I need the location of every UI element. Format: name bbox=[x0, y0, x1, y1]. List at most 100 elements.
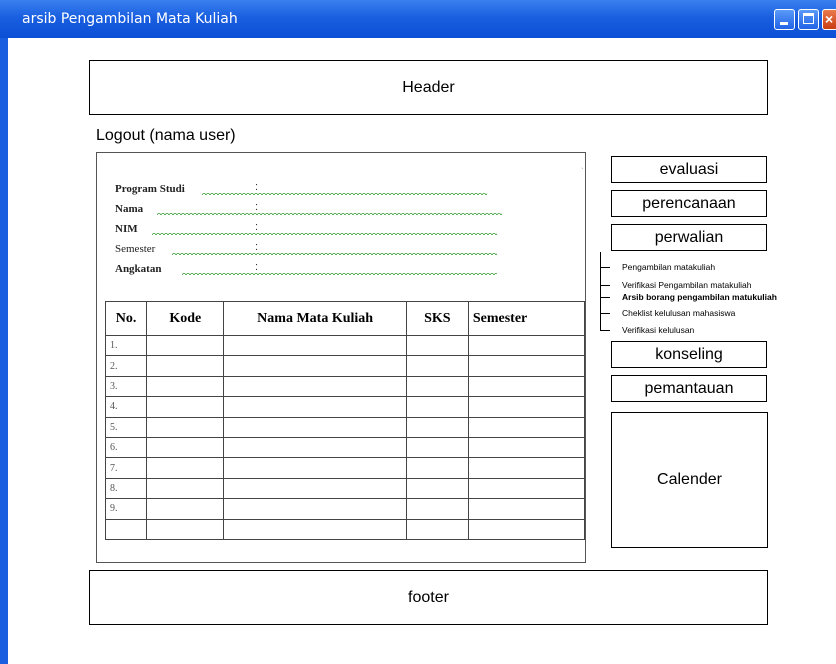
table-cell bbox=[223, 457, 407, 479]
table-cell bbox=[405, 477, 469, 500]
menu-evaluasi[interactable]: evaluasi bbox=[611, 156, 767, 183]
menu-evaluasi-label: evaluasi bbox=[659, 160, 719, 178]
colon-4: : bbox=[255, 241, 259, 253]
label-angkatan: Angkatan bbox=[115, 263, 162, 275]
colon-2: : bbox=[255, 201, 259, 213]
col-semester: Semester bbox=[467, 301, 585, 336]
table-cell bbox=[405, 518, 469, 540]
course-table: No. Kode Nama Mata Kuliah SKS Semester 1… bbox=[104, 301, 585, 540]
header-placeholder: Header bbox=[89, 60, 768, 115]
table-row: 3. bbox=[104, 375, 585, 398]
table-cell bbox=[405, 436, 469, 459]
table-cell bbox=[467, 498, 585, 520]
label-nama: Nama bbox=[115, 203, 144, 215]
underline-program-studi bbox=[202, 191, 487, 195]
table-cell bbox=[146, 436, 225, 459]
footer-placeholder: footer bbox=[89, 570, 768, 625]
row-number-cell: 8. bbox=[104, 477, 148, 500]
label-nim: NIM bbox=[115, 223, 138, 235]
window-border bbox=[0, 38, 8, 664]
table-cell bbox=[223, 498, 407, 520]
window-titlebar: arsib Pengambilan Mata Kuliah × bbox=[0, 0, 836, 38]
col-nama-mata-kuliah: Nama Mata Kuliah bbox=[223, 301, 407, 336]
table-cell bbox=[146, 396, 225, 418]
row-number-cell: 9. bbox=[104, 498, 148, 520]
menu-perwalian-label: perwalian bbox=[654, 228, 724, 246]
underline-nama bbox=[157, 211, 502, 215]
table-cell bbox=[405, 498, 469, 520]
row-number-cell: 1. bbox=[104, 334, 148, 357]
menu-perwalian[interactable]: perwalian bbox=[611, 224, 767, 251]
titlebar-artifact bbox=[631, 38, 637, 40]
row-number-cell: 6. bbox=[104, 436, 148, 459]
calendar-label: Calender bbox=[657, 471, 722, 488]
table-cell bbox=[223, 477, 407, 500]
table-cell bbox=[467, 355, 585, 377]
table-cell bbox=[405, 355, 469, 377]
table-cell bbox=[146, 518, 225, 540]
underline-nim bbox=[152, 231, 497, 235]
table-row: 1. bbox=[104, 334, 585, 357]
table-cell bbox=[467, 416, 585, 438]
colon-3: : bbox=[255, 221, 259, 233]
row-number-cell: 2. bbox=[104, 355, 148, 377]
label-program-studi: Program Studi bbox=[115, 183, 185, 195]
table-cell bbox=[146, 355, 225, 377]
menu-konseling[interactable]: konseling bbox=[611, 341, 767, 368]
label-semester: Semester bbox=[115, 243, 156, 255]
colon-1: : bbox=[255, 181, 259, 193]
menu-konseling-label: konseling bbox=[655, 345, 723, 363]
row-number-cell: 5. bbox=[104, 416, 148, 438]
calendar-widget[interactable]: Calender bbox=[611, 412, 768, 548]
row-number-cell: 4. bbox=[104, 396, 148, 418]
table-cell bbox=[467, 375, 585, 398]
menu-pemantauan[interactable]: pemantauan bbox=[611, 375, 767, 402]
table-cell bbox=[223, 436, 407, 459]
table-cell bbox=[223, 518, 407, 540]
table-cell bbox=[405, 396, 469, 418]
maximize-icon[interactable] bbox=[798, 9, 819, 30]
table-row: 8. bbox=[104, 477, 585, 500]
table-row: 2. bbox=[104, 355, 585, 377]
colon-5: : bbox=[255, 261, 259, 273]
logout-link[interactable]: Logout (nama user) bbox=[96, 127, 236, 145]
menu-pemantauan-label: pemantauan bbox=[644, 379, 734, 397]
table-cell bbox=[146, 375, 225, 398]
table-cell bbox=[146, 416, 225, 438]
menu-perencanaan-label: perencanaan bbox=[642, 194, 736, 212]
table-header-row: No. Kode Nama Mata Kuliah SKS Semester bbox=[104, 301, 585, 336]
close-icon[interactable]: × bbox=[822, 9, 836, 30]
menu-perencanaan[interactable]: perencanaan bbox=[611, 190, 767, 217]
underline-angkatan bbox=[182, 271, 497, 275]
underline-semester bbox=[172, 251, 497, 255]
table-cell bbox=[146, 477, 225, 500]
image-artifact: ` bbox=[581, 167, 584, 176]
submenu-tree-line bbox=[600, 252, 601, 330]
table-cell bbox=[467, 334, 585, 357]
table-cell bbox=[405, 457, 469, 479]
row-number-cell: 3. bbox=[104, 375, 148, 398]
table-cell bbox=[467, 518, 585, 540]
header-label: Header bbox=[402, 78, 455, 96]
table-row: 9. bbox=[104, 498, 585, 520]
table-cell bbox=[405, 416, 469, 438]
table-cell bbox=[146, 457, 225, 479]
footer-label: footer bbox=[408, 588, 449, 606]
col-sks: SKS bbox=[405, 301, 469, 336]
col-kode: Kode bbox=[146, 301, 225, 336]
row-number-cell: 7. bbox=[104, 457, 148, 479]
table-cell bbox=[223, 396, 407, 418]
table-cell bbox=[467, 396, 585, 418]
row-number-cell bbox=[104, 518, 148, 540]
col-no: No. bbox=[104, 301, 148, 336]
table-row: 6. bbox=[104, 436, 585, 459]
window-title: arsib Pengambilan Mata Kuliah bbox=[22, 11, 238, 27]
table-cell bbox=[223, 355, 407, 377]
table-row: 5. bbox=[104, 416, 585, 438]
table-cell bbox=[223, 416, 407, 438]
course-form-image: ` Program Studi : Nama : NIM : Semester … bbox=[96, 152, 586, 563]
table-cell bbox=[405, 375, 469, 398]
minimize-icon[interactable] bbox=[774, 9, 795, 30]
table-cell bbox=[467, 477, 585, 500]
table-cell bbox=[467, 457, 585, 479]
